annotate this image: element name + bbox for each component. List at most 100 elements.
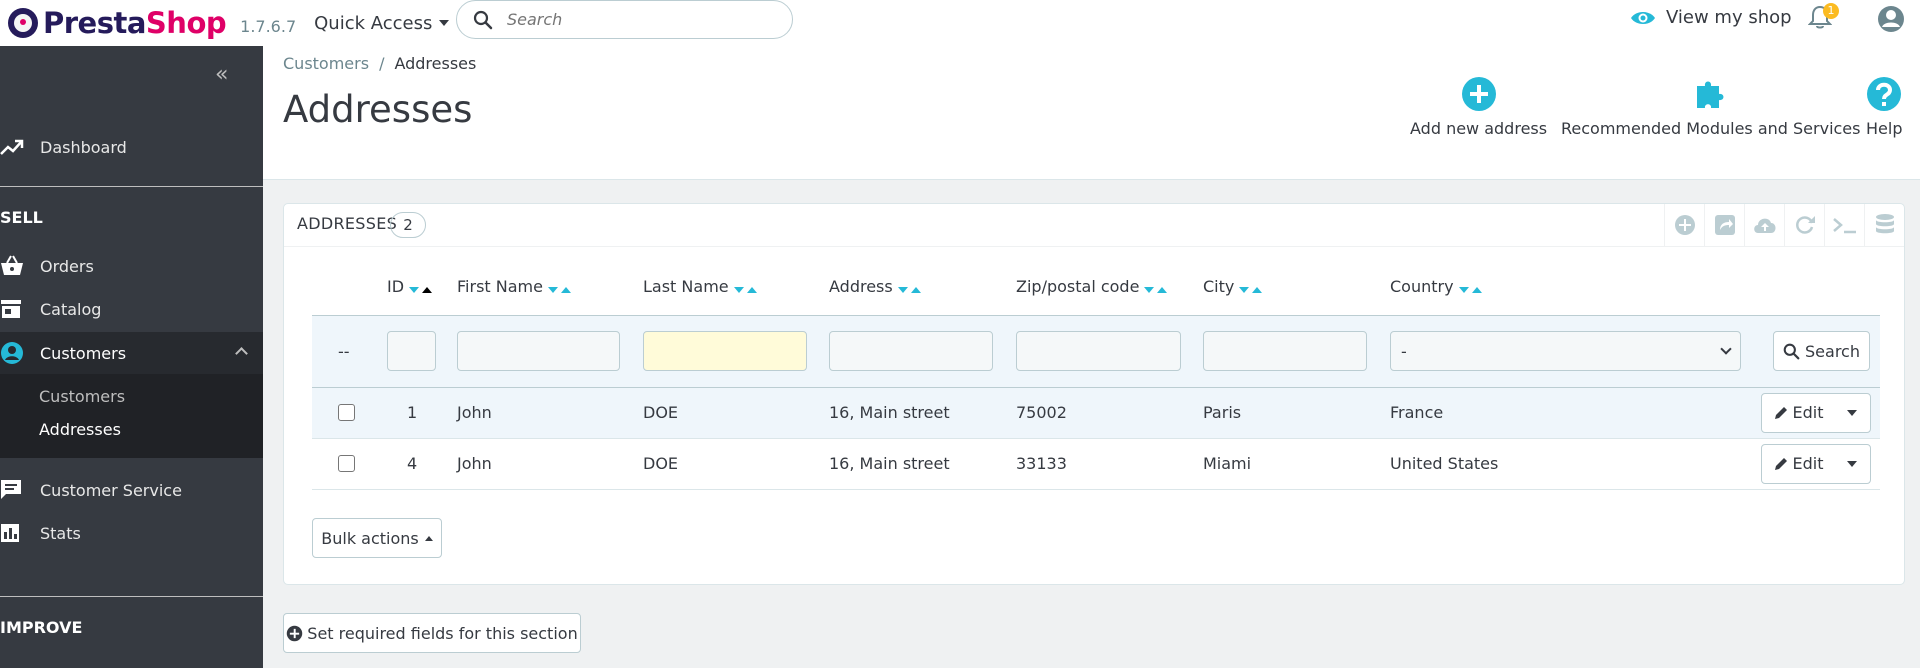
filter-address-input[interactable]	[829, 331, 993, 371]
row-checkbox[interactable]	[338, 404, 355, 421]
row-actions: Edit	[1761, 392, 1871, 433]
row-actions-dropdown[interactable]	[1834, 409, 1870, 416]
addresses-panel: ADDRESSES 2 ID First Name Last Name Addr…	[283, 203, 1905, 585]
header-search[interactable]	[456, 0, 793, 39]
prestashop-logo[interactable]: PrestaShop	[8, 6, 227, 40]
sort-asc-icon[interactable]	[910, 286, 921, 293]
sort-desc-icon[interactable]	[547, 286, 558, 293]
sidebar-item-customer-service[interactable]: Customer Service	[0, 469, 263, 511]
panel-title: ADDRESSES	[297, 214, 398, 233]
set-required-fields-button[interactable]: Set required fields for this section	[283, 613, 581, 653]
sort-asc-icon[interactable]	[1471, 286, 1482, 293]
collapse-sidebar-icon[interactable]: «	[215, 62, 228, 87]
caret-down-icon	[1847, 409, 1857, 416]
toolbar-label: Add new address	[1410, 119, 1548, 138]
eye-icon	[1631, 11, 1655, 24]
import-tool[interactable]	[1744, 204, 1784, 246]
bar-chart-icon	[1, 524, 19, 542]
sort-controls	[1458, 278, 1482, 297]
panel-count-badge: 2	[390, 212, 426, 238]
cell-id: 4	[407, 454, 418, 473]
filter-last-name-input[interactable]	[643, 331, 807, 371]
sort-controls	[1239, 278, 1263, 297]
sort-desc-icon[interactable]	[1239, 286, 1250, 293]
puzzle-icon	[1696, 81, 1724, 108]
sidebar-divider	[0, 596, 263, 597]
bulk-actions-button[interactable]: Bulk actions	[312, 518, 442, 558]
filter-dash: --	[338, 341, 350, 361]
sort-desc-icon[interactable]	[1144, 286, 1155, 293]
employee-avatar[interactable]	[1876, 4, 1906, 38]
export-tool[interactable]	[1704, 204, 1744, 246]
submenu-item-customers[interactable]: Customers	[39, 387, 125, 406]
sidebar-item-catalog[interactable]: Catalog	[0, 288, 263, 330]
pencil-icon	[1774, 406, 1787, 419]
filter-city-input[interactable]	[1203, 331, 1367, 371]
table-row[interactable]: 4 John DOE 16, Main street 33133 Miami U…	[312, 438, 1880, 490]
puffin-logo-icon	[8, 8, 38, 38]
sidebar-divider	[0, 186, 263, 187]
sort-asc-icon[interactable]	[1157, 286, 1168, 293]
filter-id-input[interactable]	[387, 331, 436, 371]
sort-asc-icon[interactable]	[422, 286, 433, 293]
plus-circle-icon	[287, 625, 303, 641]
notification-badge: 1	[1823, 3, 1839, 19]
add-new-tool[interactable]	[1664, 204, 1704, 246]
sort-desc-icon[interactable]	[1458, 286, 1469, 293]
search-input[interactable]	[507, 10, 757, 29]
help-button[interactable]: Help	[1866, 76, 1902, 138]
sql-manager-tool[interactable]	[1864, 204, 1904, 246]
sidebar-item-stats[interactable]: Stats	[0, 512, 263, 554]
caret-down-icon	[1847, 460, 1857, 467]
breadcrumb-separator: /	[379, 54, 385, 73]
sort-desc-icon[interactable]	[409, 286, 420, 293]
chevron-down-icon	[1720, 343, 1732, 355]
breadcrumb-link-customers[interactable]: Customers	[283, 54, 369, 73]
sidebar-section-sell: SELL	[0, 208, 43, 227]
search-icon	[473, 10, 493, 29]
sort-controls	[733, 278, 757, 297]
sort-asc-icon[interactable]	[1252, 286, 1263, 293]
filter-first-name-input[interactable]	[457, 331, 620, 371]
sidebar-item-customers[interactable]: Customers	[0, 332, 263, 374]
page-title: Addresses	[283, 88, 473, 131]
filter-country-select[interactable]: -	[1390, 331, 1741, 371]
row-actions-dropdown[interactable]	[1834, 460, 1870, 467]
add-new-address-button[interactable]: Add new address	[1410, 76, 1547, 138]
sidebar-item-dashboard[interactable]: Dashboard	[0, 126, 263, 168]
sort-desc-icon[interactable]	[733, 286, 744, 293]
recommended-modules-button[interactable]: Recommended Modules and Services	[1561, 76, 1860, 138]
caret-up-icon	[424, 535, 433, 541]
column-header-country: Country	[1390, 259, 1773, 315]
edit-button[interactable]: Edit	[1762, 454, 1834, 473]
cell-address: 16, Main street	[829, 438, 1016, 490]
sort-asc-icon[interactable]	[560, 286, 571, 293]
database-icon	[1875, 214, 1894, 234]
cell-id: 1	[407, 403, 418, 422]
filter-country-value: -	[1401, 341, 1407, 361]
filter-search-button[interactable]: Search	[1773, 331, 1870, 371]
toolbar-label: Recommended Modules and Services	[1561, 119, 1861, 138]
sidebar-item-orders[interactable]: Orders	[0, 245, 263, 287]
filter-zip-input[interactable]	[1016, 331, 1181, 371]
sql-query-tool[interactable]	[1824, 204, 1864, 246]
sort-desc-icon[interactable]	[897, 286, 908, 293]
quick-access-dropdown[interactable]: Quick Access	[314, 13, 450, 34]
column-header-address: Address	[829, 259, 1016, 315]
sort-asc-icon[interactable]	[746, 286, 757, 293]
column-header-last-name: Last Name	[643, 259, 829, 315]
table-row[interactable]: 1 John DOE 16, Main street 75002 Paris F…	[312, 387, 1880, 439]
cell-city: Paris	[1203, 387, 1390, 439]
submenu-item-addresses[interactable]: Addresses	[39, 420, 121, 439]
cell-country: United States	[1390, 438, 1773, 490]
refresh-tool[interactable]	[1784, 204, 1824, 246]
cell-country: France	[1390, 387, 1773, 439]
edit-button[interactable]: Edit	[1762, 403, 1834, 422]
row-checkbox[interactable]	[338, 455, 355, 472]
version-label: 1.7.6.7	[240, 16, 297, 36]
sidebar-item-label: Orders	[40, 256, 94, 276]
account-circle-icon	[1, 342, 23, 364]
notifications-button[interactable]: 1	[1807, 3, 1839, 35]
view-my-shop-link[interactable]: View my shop	[1630, 7, 1792, 28]
breadcrumb-current: Addresses	[394, 54, 477, 73]
